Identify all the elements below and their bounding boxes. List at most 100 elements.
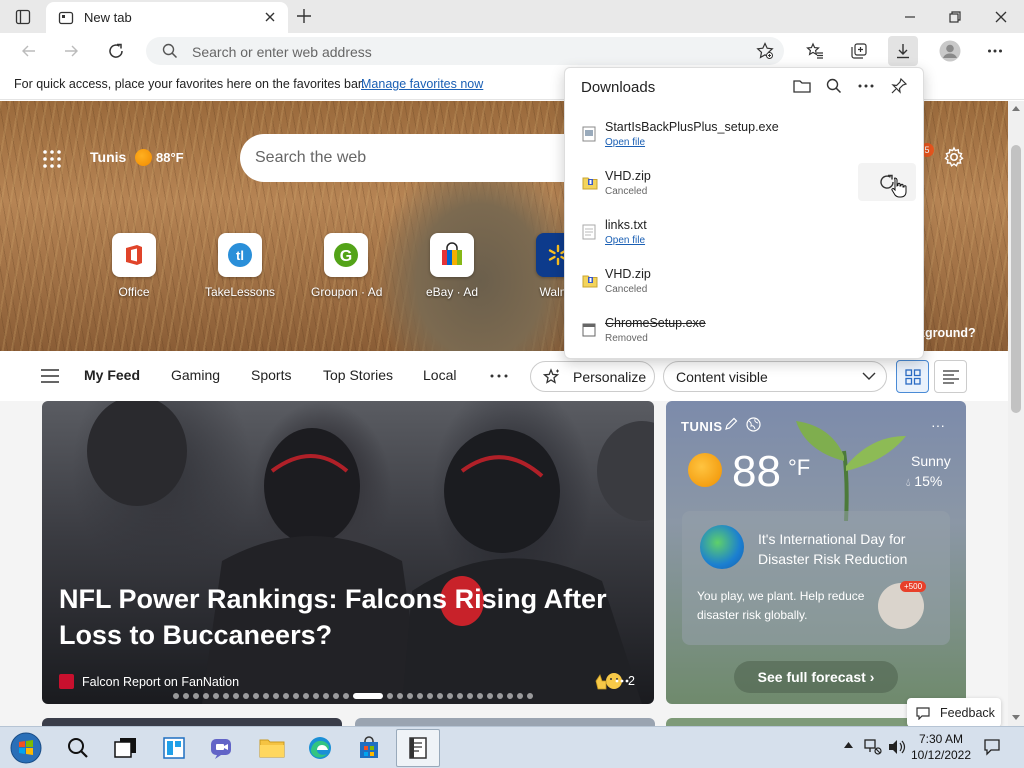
app-launcher-icon[interactable] bbox=[42, 149, 62, 169]
page-scrollbar[interactable] bbox=[1008, 101, 1024, 726]
story-source[interactable]: Falcon Report on FanNation bbox=[82, 675, 239, 689]
quick-link-groupon[interactable]: G Groupon · Ad bbox=[311, 233, 382, 299]
back-button[interactable] bbox=[14, 36, 44, 66]
chevron-down-icon bbox=[862, 372, 876, 381]
top-story-card[interactable]: NFL Power Rankings: Falcons Rising After… bbox=[42, 401, 654, 704]
downloads-flyout: Downloads StartIsBackPlusPlus_setup.exe … bbox=[564, 67, 924, 359]
web-search-box[interactable]: Search the web bbox=[240, 134, 580, 182]
notification-center-icon[interactable] bbox=[983, 738, 1001, 756]
address-bar[interactable]: Search or enter web address bbox=[146, 37, 784, 65]
store-button[interactable] bbox=[347, 729, 391, 767]
tab-actions-icon[interactable] bbox=[15, 9, 31, 25]
weather-unit[interactable]: °F bbox=[788, 455, 810, 481]
personalize-button[interactable]: Personalize bbox=[530, 361, 655, 392]
download-open-file-link[interactable]: Open file bbox=[605, 235, 645, 246]
list-icon bbox=[942, 369, 959, 384]
collections-button[interactable] bbox=[844, 36, 874, 66]
search-icon bbox=[162, 43, 178, 59]
notepad-taskbar-button[interactable] bbox=[396, 729, 440, 767]
reaction-count: 2 bbox=[628, 674, 635, 688]
tab-sports[interactable]: Sports bbox=[251, 367, 291, 383]
add-favorite-star-icon[interactable] bbox=[756, 42, 774, 60]
tab-gaming[interactable]: Gaming bbox=[171, 367, 220, 383]
content-visibility-select[interactable]: Content visible bbox=[663, 361, 887, 392]
precipitation-value: 15% bbox=[914, 473, 943, 489]
network-icon[interactable] bbox=[864, 739, 882, 755]
forecast-button-label: See full forecast bbox=[757, 669, 866, 685]
promo-text: You play, we plant. Help reduce disaster… bbox=[697, 589, 865, 622]
tab-title: New tab bbox=[84, 10, 132, 25]
scroll-down-arrow-icon[interactable] bbox=[1012, 715, 1020, 720]
hero-weather-city[interactable]: Tunis bbox=[90, 149, 126, 165]
hero-weather-temp[interactable]: 88°F bbox=[156, 150, 184, 165]
grid-view-button[interactable] bbox=[896, 360, 929, 393]
text-file-icon bbox=[582, 224, 596, 240]
volume-icon[interactable] bbox=[888, 739, 906, 755]
new-tab-plus-icon[interactable] bbox=[296, 8, 312, 24]
feedback-button[interactable]: Feedback bbox=[907, 698, 1001, 727]
downloads-button[interactable] bbox=[888, 36, 918, 66]
show-hidden-icons-chevron-icon[interactable] bbox=[844, 742, 853, 748]
forward-button[interactable] bbox=[56, 36, 86, 66]
refresh-button[interactable] bbox=[101, 36, 131, 66]
file-explorer-button[interactable] bbox=[250, 729, 294, 767]
edit-location-pencil-icon[interactable] bbox=[724, 417, 738, 431]
quick-link-office[interactable]: Office bbox=[99, 233, 169, 299]
tab-local[interactable]: Local bbox=[423, 367, 456, 383]
favorites-button[interactable] bbox=[800, 36, 830, 66]
download-item[interactable]: ChromeSetup.exe Removed bbox=[565, 312, 923, 361]
weather-globe-icon[interactable] bbox=[746, 417, 761, 432]
feed-menu-hamburger-icon[interactable] bbox=[41, 369, 59, 383]
pin-flyout-icon[interactable] bbox=[890, 77, 908, 95]
earth-globe-icon bbox=[700, 525, 744, 569]
taskbar-search-button[interactable] bbox=[56, 729, 100, 767]
tab-new-tab[interactable]: New tab bbox=[46, 2, 288, 33]
retry-download-button[interactable] bbox=[858, 163, 916, 201]
edge-taskbar-button[interactable] bbox=[298, 729, 342, 767]
background-info-text[interactable]: kground? bbox=[918, 326, 976, 340]
download-item[interactable]: VHD.zip Canceled bbox=[565, 263, 923, 312]
profile-button[interactable] bbox=[935, 36, 965, 66]
promo-title: It's International Day for Disaster Risk… bbox=[758, 531, 908, 567]
tab-close-icon[interactable] bbox=[264, 11, 276, 23]
story-more-icon[interactable] bbox=[615, 679, 629, 683]
download-status: Canceled bbox=[605, 186, 648, 197]
weather-more-icon[interactable]: ··· bbox=[931, 417, 945, 433]
downloads-more-icon[interactable] bbox=[858, 84, 874, 88]
scrollbar-thumb[interactable] bbox=[1011, 145, 1021, 413]
promo-panel[interactable]: It's International Day for Disaster Risk… bbox=[682, 511, 950, 645]
task-view-button[interactable] bbox=[104, 729, 148, 767]
scroll-up-arrow-icon[interactable] bbox=[1012, 106, 1020, 111]
takelessons-logo-icon: tl bbox=[218, 233, 262, 277]
window-close-icon[interactable] bbox=[994, 10, 1008, 24]
download-item[interactable]: StartIsBackPlusPlus_setup.exe Open file bbox=[565, 116, 923, 165]
manage-favorites-link[interactable]: Manage favorites now bbox=[361, 77, 483, 91]
taskbar-search-icon bbox=[68, 738, 88, 758]
open-downloads-folder-icon[interactable] bbox=[793, 78, 811, 94]
list-view-button[interactable] bbox=[934, 360, 967, 393]
widgets-button[interactable] bbox=[152, 729, 196, 767]
story-photo bbox=[87, 401, 654, 704]
quick-link-ebay[interactable]: eBay · Ad bbox=[417, 233, 487, 299]
search-downloads-icon[interactable] bbox=[826, 78, 842, 94]
mouse-cursor-icon bbox=[891, 177, 907, 198]
weather-card[interactable]: TUNIS ··· 88 °F Sunny 💧︎ 15% It's Intern… bbox=[666, 401, 966, 704]
system-clock[interactable]: 7:30 AM 10/12/2022 bbox=[906, 731, 976, 763]
back-arrow-icon bbox=[22, 45, 35, 57]
minimize-icon[interactable] bbox=[903, 10, 917, 24]
settings-menu-button[interactable] bbox=[980, 36, 1010, 66]
more-tabs-icon[interactable] bbox=[490, 374, 508, 378]
download-item[interactable]: links.txt Open file bbox=[565, 214, 923, 263]
carousel-pagination[interactable] bbox=[173, 693, 533, 699]
restore-icon[interactable] bbox=[948, 10, 962, 24]
download-open-file-link[interactable]: Open file bbox=[605, 137, 645, 148]
story-headline[interactable]: NFL Power Rankings: Falcons Rising After… bbox=[59, 581, 619, 653]
tab-my-feed[interactable]: My Feed bbox=[84, 367, 140, 383]
page-settings-gear-icon[interactable] bbox=[943, 146, 965, 168]
teams-chat-button[interactable] bbox=[200, 729, 244, 767]
start-button[interactable] bbox=[4, 729, 48, 767]
tab-top-stories[interactable]: Top Stories bbox=[323, 367, 393, 383]
weather-city: TUNIS bbox=[681, 419, 723, 434]
see-full-forecast-button[interactable]: See full forecast › bbox=[734, 661, 898, 693]
quick-link-takelessons[interactable]: tl TakeLessons bbox=[205, 233, 275, 299]
